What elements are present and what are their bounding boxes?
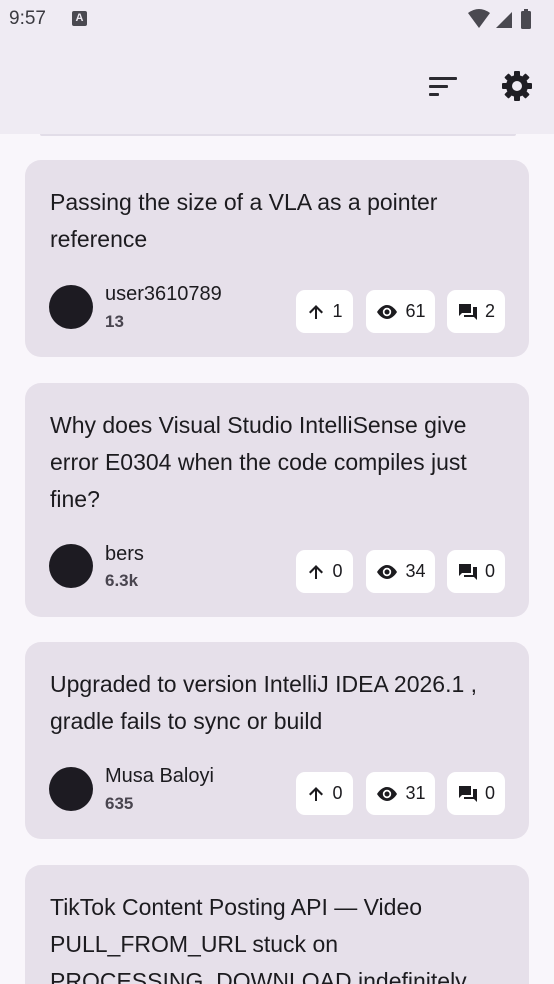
signal-icon xyxy=(496,12,512,28)
settings-button[interactable] xyxy=(497,66,537,106)
avatar xyxy=(49,285,93,329)
sort-icon xyxy=(429,77,457,96)
avatar xyxy=(49,767,93,811)
status-bar: 9:57 A xyxy=(0,0,554,38)
question-card[interactable]: Upgraded to version IntelliJ IDEA 2026.1… xyxy=(25,642,529,839)
answers-chip: 2 xyxy=(447,290,505,333)
author-reputation: 635 xyxy=(105,794,134,813)
author-name: Musa Baloyi xyxy=(105,765,214,787)
answers-chip: 0 xyxy=(447,772,505,815)
question-title: Why does Visual Studio IntelliSense give… xyxy=(50,412,467,512)
views-chip: 61 xyxy=(366,290,435,333)
question-feed[interactable]: Passing the size of a VLA as a pointer r… xyxy=(0,134,554,984)
votes-chip: 1 xyxy=(296,290,353,333)
votes-chip: 0 xyxy=(296,550,353,593)
author-reputation: 6.3k xyxy=(105,571,139,590)
eye-icon xyxy=(377,304,398,319)
question-card[interactable]: Why does Visual Studio IntelliSense give… xyxy=(25,383,529,617)
answers-count: 0 xyxy=(484,783,495,803)
eye-icon xyxy=(377,564,398,579)
question-title: Upgraded to version IntelliJ IDEA 2026.1… xyxy=(50,671,478,734)
question-card[interactable]: Passing the size of a VLA as a pointer r… xyxy=(25,160,529,357)
arrow-up-icon xyxy=(309,564,324,579)
forum-icon xyxy=(458,303,477,320)
status-time: 9:57 xyxy=(9,8,46,29)
previous-card-edge xyxy=(40,134,516,136)
question-title: Passing the size of a VLA as a pointer r… xyxy=(50,189,438,252)
battery-icon xyxy=(521,9,531,29)
answers-chip: 0 xyxy=(447,550,505,593)
views-count: 34 xyxy=(405,561,426,581)
gear-icon xyxy=(502,71,532,101)
top-app-bar xyxy=(0,38,554,134)
author-reputation: 13 xyxy=(105,312,124,331)
question-card[interactable]: TikTok Content Posting API — Video PULL_… xyxy=(25,865,529,984)
wifi-icon xyxy=(468,9,490,28)
votes-count: 0 xyxy=(332,561,343,581)
views-count: 31 xyxy=(405,783,426,803)
author-name: bers xyxy=(105,543,144,565)
arrow-up-icon xyxy=(309,304,324,319)
forum-icon xyxy=(458,563,477,580)
author-name: user3610789 xyxy=(105,283,222,305)
votes-chip: 0 xyxy=(296,772,353,815)
forum-icon xyxy=(458,785,477,802)
question-title: TikTok Content Posting API — Video PULL_… xyxy=(50,894,467,984)
votes-count: 1 xyxy=(332,301,343,321)
arrow-up-icon xyxy=(309,786,324,801)
answers-count: 2 xyxy=(484,301,495,321)
notification-icon: A xyxy=(72,11,87,26)
views-chip: 34 xyxy=(366,550,435,593)
votes-count: 0 xyxy=(332,783,343,803)
sort-button[interactable] xyxy=(424,70,462,104)
answers-count: 0 xyxy=(484,561,495,581)
views-chip: 31 xyxy=(366,772,435,815)
views-count: 61 xyxy=(405,301,426,321)
status-icons xyxy=(468,9,531,29)
eye-icon xyxy=(377,786,398,801)
avatar xyxy=(49,544,93,588)
